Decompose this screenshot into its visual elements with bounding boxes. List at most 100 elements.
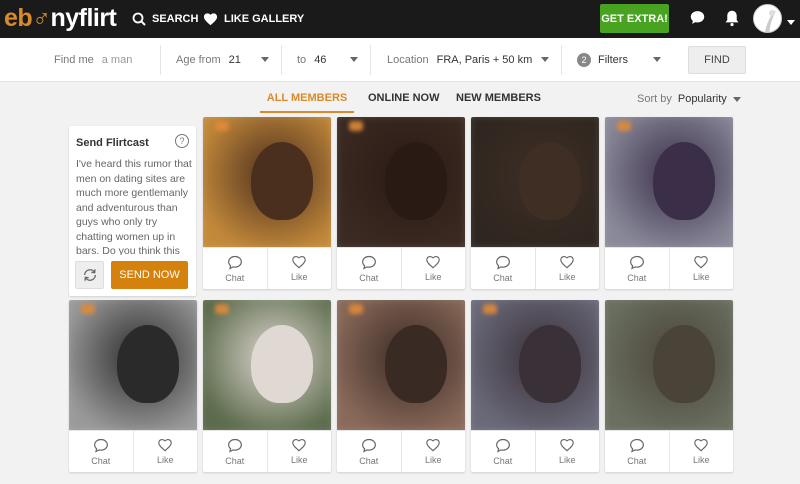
member-card[interactable]: Chat Like xyxy=(471,300,599,472)
account-menu-chevron-icon[interactable] xyxy=(787,13,795,31)
member-card[interactable]: Chat Like xyxy=(337,300,465,472)
nav-search-link[interactable]: SEARCH xyxy=(132,0,198,38)
member-photo[interactable] xyxy=(471,300,599,430)
member-status-tag xyxy=(215,304,229,314)
chat-bubble-icon xyxy=(361,255,376,270)
find-button[interactable]: FIND xyxy=(688,46,746,74)
like-button[interactable]: Like xyxy=(668,431,734,472)
help-icon[interactable]: ? xyxy=(175,134,189,148)
profile-silhouette-icon xyxy=(765,10,776,32)
member-photo-face xyxy=(519,142,581,220)
chevron-down-icon xyxy=(350,57,358,62)
member-card[interactable]: Chat Like xyxy=(337,117,465,289)
sort-control[interactable]: Sort by Popularity xyxy=(637,93,741,105)
member-status-tag xyxy=(349,304,363,314)
chat-label: Chat xyxy=(91,455,111,466)
send-now-button[interactable]: SEND NOW xyxy=(111,261,188,289)
messages-icon[interactable] xyxy=(689,9,706,31)
notifications-bell-icon[interactable] xyxy=(724,9,740,32)
heart-outline-icon xyxy=(694,438,709,452)
logo-text-start: eb xyxy=(4,4,33,32)
tab-all-members[interactable]: ALL MEMBERS xyxy=(260,92,354,113)
chat-button[interactable]: Chat xyxy=(605,248,669,289)
like-button[interactable]: Like xyxy=(400,431,466,472)
member-photo[interactable] xyxy=(203,300,331,430)
member-card[interactable]: Chat Like xyxy=(69,300,197,472)
chat-button[interactable]: Chat xyxy=(337,431,401,472)
filters-dropdown[interactable]: 2 Filters xyxy=(563,45,673,75)
flirtcast-card: Send Flirtcast ? I've heard this rumor t… xyxy=(69,126,196,296)
like-button[interactable]: Like xyxy=(266,248,332,289)
like-label: Like xyxy=(558,455,576,465)
member-status-tag xyxy=(617,121,631,131)
age-from-select[interactable]: Age from 21 xyxy=(162,45,282,75)
chevron-down-icon xyxy=(261,57,269,62)
heart-outline-icon xyxy=(560,438,575,452)
logo-text-end: nyflirt xyxy=(50,4,117,32)
member-status-tag xyxy=(215,121,229,131)
member-photo[interactable] xyxy=(605,117,733,247)
member-photo-face xyxy=(385,325,447,403)
brand-logo[interactable]: eb♂nyflirt xyxy=(4,3,117,33)
member-card[interactable]: Chat Like xyxy=(203,300,331,472)
logo-glyph: ♂ xyxy=(32,4,51,32)
chat-button[interactable]: Chat xyxy=(203,431,267,472)
member-photo[interactable] xyxy=(471,117,599,247)
like-button[interactable]: Like xyxy=(668,248,734,289)
like-button[interactable]: Like xyxy=(534,248,600,289)
nav-like-gallery-link[interactable]: LIKE GALLERY xyxy=(203,0,304,38)
member-actions: Chat Like xyxy=(69,430,197,472)
like-label: Like xyxy=(692,455,710,465)
age-from-label: Age from xyxy=(176,54,221,66)
member-actions: Chat Like xyxy=(203,247,331,289)
member-status-tag xyxy=(349,121,363,131)
chevron-down-icon xyxy=(732,96,741,102)
chat-button[interactable]: Chat xyxy=(471,431,535,472)
chat-button[interactable]: Chat xyxy=(69,431,133,472)
chat-bubble-icon xyxy=(361,438,376,453)
member-photo-face xyxy=(251,142,313,220)
member-photo[interactable] xyxy=(69,300,197,430)
get-extra-button[interactable]: GET EXTRA! xyxy=(600,4,669,33)
top-nav-bar: eb♂nyflirt SEARCH LIKE GALLERY GET EXTRA… xyxy=(0,0,800,38)
like-button[interactable]: Like xyxy=(534,431,600,472)
member-actions: Chat Like xyxy=(337,430,465,472)
chat-bubble-icon xyxy=(495,255,510,270)
member-card[interactable]: Chat Like xyxy=(203,117,331,289)
chat-button[interactable]: Chat xyxy=(605,431,669,472)
member-actions: Chat Like xyxy=(337,247,465,289)
user-avatar[interactable] xyxy=(753,4,782,33)
chat-bubble-icon xyxy=(93,438,108,453)
chat-label: Chat xyxy=(359,272,379,283)
member-photo-face xyxy=(251,325,313,403)
member-photo[interactable] xyxy=(203,117,331,247)
chat-button[interactable]: Chat xyxy=(471,248,535,289)
like-button[interactable]: Like xyxy=(266,431,332,472)
chat-label: Chat xyxy=(493,455,513,466)
member-photo[interactable] xyxy=(337,300,465,430)
filters-count-badge: 2 xyxy=(577,53,591,67)
refresh-message-button[interactable] xyxy=(75,261,104,289)
chevron-down-icon xyxy=(653,57,661,62)
chat-button[interactable]: Chat xyxy=(203,248,267,289)
chat-bubble-icon xyxy=(495,438,510,453)
member-photo[interactable] xyxy=(337,117,465,247)
member-card[interactable]: Chat Like xyxy=(605,300,733,472)
member-card[interactable]: Chat Like xyxy=(605,117,733,289)
tab-new-members[interactable]: NEW MEMBERS xyxy=(456,92,541,104)
like-button[interactable]: Like xyxy=(400,248,466,289)
age-to-select[interactable]: to 46 xyxy=(283,45,371,75)
tab-online-now[interactable]: ONLINE NOW xyxy=(368,92,440,104)
member-card[interactable]: Chat Like xyxy=(471,117,599,289)
heart-outline-icon xyxy=(158,438,173,452)
location-select[interactable]: Location FRA, Paris + 50 km xyxy=(372,45,562,75)
chat-bubble-icon xyxy=(227,255,242,270)
like-button[interactable]: Like xyxy=(132,431,198,472)
find-me-select[interactable]: Find me a man xyxy=(0,45,161,75)
member-actions: Chat Like xyxy=(471,430,599,472)
member-actions: Chat Like xyxy=(605,247,733,289)
heart-icon xyxy=(203,13,218,26)
member-photo[interactable] xyxy=(605,300,733,430)
find-me-value: a man xyxy=(101,54,133,66)
chat-button[interactable]: Chat xyxy=(337,248,401,289)
